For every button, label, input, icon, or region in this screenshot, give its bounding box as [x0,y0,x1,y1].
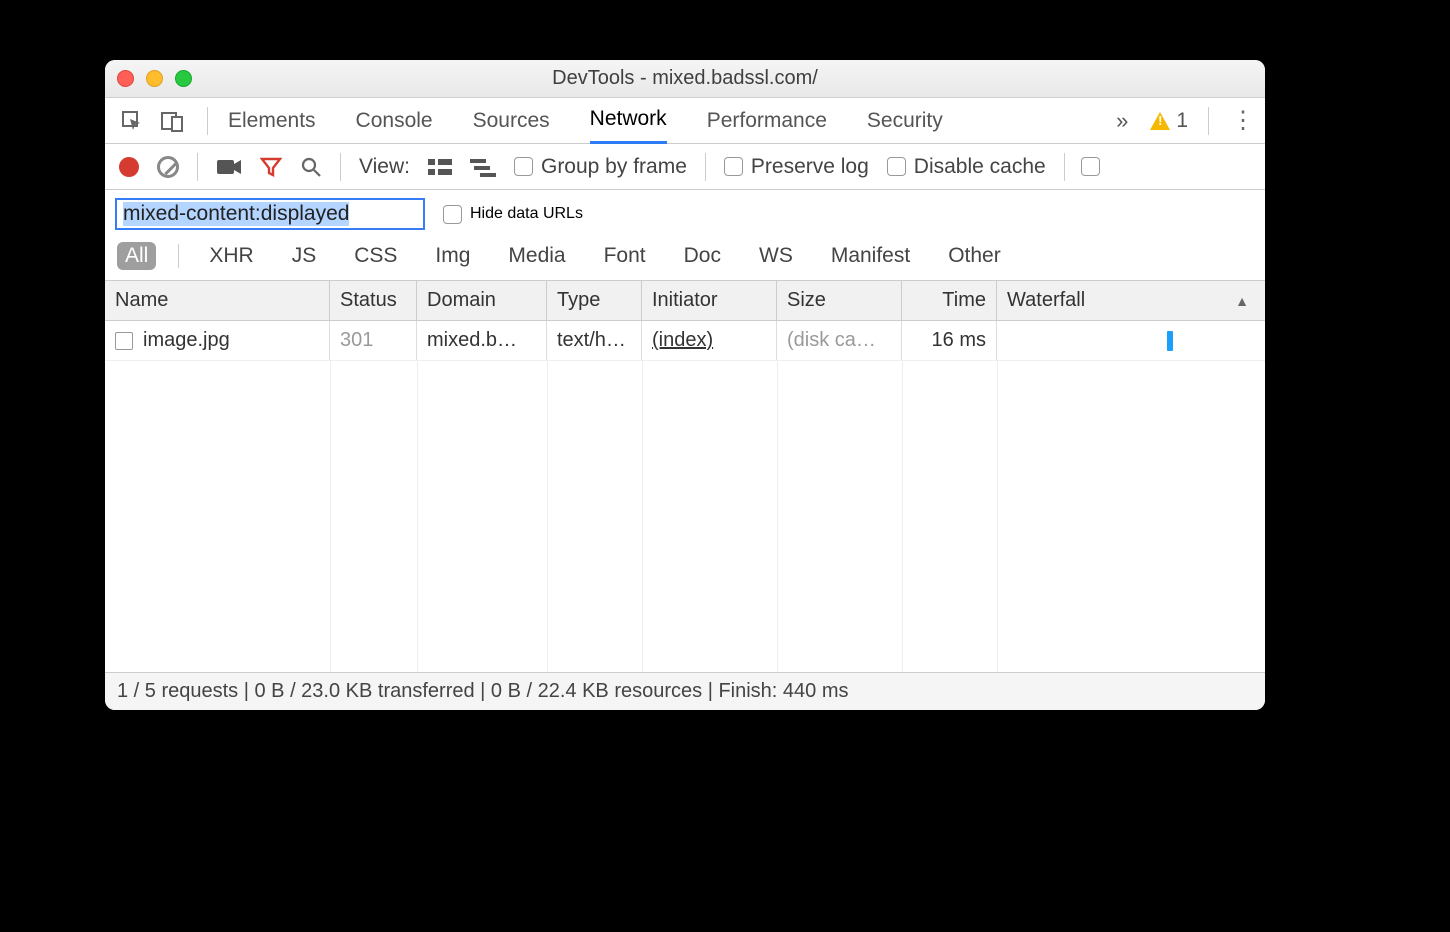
inspect-element-icon[interactable] [115,104,149,138]
tab-elements[interactable]: Elements [228,98,316,144]
window-titlebar: DevTools - mixed.badssl.com/ [105,60,1265,98]
col-name[interactable]: Name [105,281,330,320]
filter-row: Hide data URLs All XHR JS CSS Img Media … [105,190,1265,281]
tab-performance[interactable]: Performance [707,98,827,144]
traffic-lights [117,70,192,87]
status-text: 1 / 5 requests | 0 B / 23.0 KB transferr… [117,680,849,703]
filter-cat-manifest[interactable]: Manifest [823,242,918,270]
checkbox-icon [724,157,743,176]
tab-sources[interactable]: Sources [473,98,550,144]
cell-waterfall [997,321,1265,360]
table-body: image.jpg 301 mixed.b… text/h… (index) (… [105,321,1265,672]
large-rows-icon[interactable] [428,157,452,177]
clear-button[interactable] [157,156,179,178]
overview-icon[interactable] [470,157,496,177]
capture-screenshots-icon[interactable] [216,157,242,177]
waterfall-bar [1167,331,1173,351]
col-time[interactable]: Time [902,281,997,320]
preserve-log-option[interactable]: Preserve log [724,155,869,179]
filter-cat-img[interactable]: Img [427,242,478,270]
separator [705,153,706,181]
group-by-frame-option[interactable]: Group by frame [514,155,687,179]
devtools-window: DevTools - mixed.badssl.com/ Elements Co… [105,60,1265,710]
filter-cat-doc[interactable]: Doc [676,242,729,270]
request-name: image.jpg [143,329,230,352]
disable-cache-label: Disable cache [914,155,1046,179]
filter-cat-font[interactable]: Font [596,242,654,270]
cell-name: image.jpg [105,321,330,360]
filter-cat-other[interactable]: Other [940,242,1009,270]
more-tabs-button[interactable]: » [1108,108,1136,134]
checkbox-icon [887,157,906,176]
offline-checkbox[interactable] [1081,157,1100,176]
search-icon[interactable] [300,156,322,178]
filter-cat-css[interactable]: CSS [346,242,405,270]
cell-type: text/h… [547,321,642,360]
record-button[interactable] [119,157,139,177]
separator [197,153,198,181]
cell-status: 301 [330,321,417,360]
separator [1064,153,1065,181]
device-toolbar-icon[interactable] [155,104,189,138]
cell-size: (disk ca… [777,321,902,360]
sort-asc-icon: ▲ [1235,293,1249,309]
col-initiator[interactable]: Initiator [642,281,777,320]
checkbox-icon [443,205,462,224]
cell-domain: mixed.b… [417,321,547,360]
devtools-tabbar: Elements Console Sources Network Perform… [105,98,1265,144]
tab-network[interactable]: Network [590,98,667,144]
filter-cat-js[interactable]: JS [284,242,325,270]
filter-cat-ws[interactable]: WS [751,242,801,270]
zoom-window-button[interactable] [175,70,192,87]
settings-menu-button[interactable]: ⋮ [1231,106,1255,135]
cell-initiator[interactable]: (index) [642,321,777,360]
view-label: View: [359,155,410,179]
table-row[interactable]: image.jpg 301 mixed.b… text/h… (index) (… [105,321,1265,361]
col-waterfall[interactable]: Waterfall ▲ [997,281,1265,320]
col-status[interactable]: Status [330,281,417,320]
filter-cat-media[interactable]: Media [500,242,573,270]
checkbox-icon [514,157,533,176]
table-header: Name Status Domain Type Initiator Size T… [105,281,1265,321]
group-by-frame-label: Group by frame [541,155,687,179]
filter-icon[interactable] [260,156,282,178]
separator [178,244,179,268]
panel-tabs: Elements Console Sources Network Perform… [220,98,1108,144]
tab-security[interactable]: Security [867,98,943,144]
warning-count: 1 [1176,109,1188,133]
hide-data-urls-option[interactable]: Hide data URLs [443,205,583,224]
filter-categories: All XHR JS CSS Img Media Font Doc WS Man… [117,242,1255,270]
separator [207,107,208,135]
file-icon [115,332,133,350]
col-size[interactable]: Size [777,281,902,320]
window-title: DevTools - mixed.badssl.com/ [105,67,1265,90]
close-window-button[interactable] [117,70,134,87]
filter-cat-all[interactable]: All [117,242,156,270]
minimize-window-button[interactable] [146,70,163,87]
col-domain[interactable]: Domain [417,281,547,320]
hide-data-urls-label: Hide data URLs [470,205,583,223]
col-waterfall-label: Waterfall [1007,289,1085,312]
tab-console[interactable]: Console [356,98,433,144]
disable-cache-option[interactable]: Disable cache [887,155,1046,179]
col-type[interactable]: Type [547,281,642,320]
warnings-badge[interactable]: 1 [1150,109,1188,133]
warning-icon [1150,112,1170,130]
preserve-log-label: Preserve log [751,155,869,179]
filter-input[interactable] [115,198,425,230]
separator [340,153,341,181]
status-bar: 1 / 5 requests | 0 B / 23.0 KB transferr… [105,672,1265,710]
separator [1208,107,1209,135]
requests-table: Name Status Domain Type Initiator Size T… [105,281,1265,672]
filter-cat-xhr[interactable]: XHR [201,242,261,270]
cell-time: 16 ms [902,321,997,360]
network-toolbar: View: Group by frame Preserve log Disabl… [105,144,1265,190]
